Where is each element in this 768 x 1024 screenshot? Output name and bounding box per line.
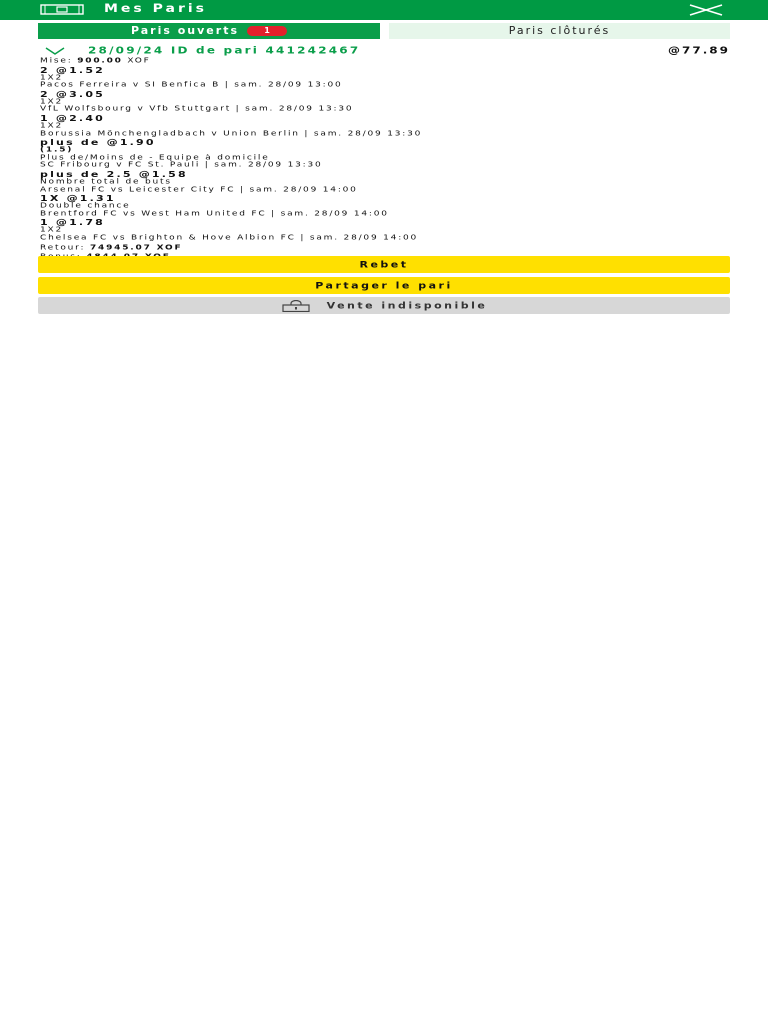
sell-label: Vente indisponible [326, 300, 488, 311]
share-label: Partager le pari [315, 280, 453, 291]
selection-pick: plus de 2.5 @1.58 [40, 169, 188, 179]
close-icon[interactable] [688, 3, 724, 17]
wallet-icon[interactable] [40, 4, 84, 15]
return-value: 74945.07 XOF [89, 243, 183, 252]
selection-market: Double chance [40, 202, 131, 210]
open-bets-count-badge: 1 [247, 26, 287, 36]
stake-value: 900.00 [77, 57, 123, 65]
bet-total-odds: @77.89 [668, 44, 730, 56]
page-title: Mes Paris [104, 1, 208, 16]
selection-event: Pacos Ferreira v SI Benfica B | sam. 28/… [40, 81, 343, 89]
bet-title: 28/09/24 ID de pari 441242467 [88, 44, 361, 56]
lock-icon [282, 300, 310, 312]
stake-label: Mise: [40, 57, 73, 65]
bet-details: Mise: 900.00 XOF 2 @1.52 1X2 Pacos Ferre… [40, 58, 730, 262]
selection-event: Chelsea FC vs Brighton & Hove Albion FC … [40, 234, 419, 242]
top-app-bar: Mes Paris [0, 0, 768, 20]
selection-event: Brentford FC vs West Ham United FC | sam… [40, 209, 389, 218]
bets-tabs: Paris ouverts 1 Paris clôturés [38, 23, 730, 39]
selection-market: 1X2 [40, 98, 64, 106]
selection-pick: 1 @1.78 [40, 217, 106, 228]
selection-pick-line: (1.5) [40, 146, 74, 154]
tab-open-bets[interactable]: Paris ouverts 1 [38, 23, 380, 39]
rebet-button[interactable]: Rebet [38, 256, 730, 273]
selection-market: 1X2 [40, 226, 64, 235]
selection-event: Arsenal FC vs Leicester City FC | sam. 2… [40, 185, 358, 194]
stake-line: Mise: 900.00 XOF [40, 57, 730, 65]
tab-closed-bets[interactable]: Paris clôturés [389, 23, 730, 39]
chevron-down-icon[interactable] [44, 46, 66, 56]
tab-closed-label: Paris clôturés [508, 24, 611, 37]
selection-event: SC Fribourg v FC St. Pauli | sam. 28/09 … [40, 161, 323, 170]
selection-pick: 2 @1.52 [40, 64, 106, 75]
return-label: Retour: [40, 243, 86, 252]
selection-pick: plus de @1.90 [40, 137, 156, 148]
tab-open-label: Paris ouverts [130, 24, 239, 37]
selection-market: Plus de/Moins de - Equipe à domicile [40, 154, 270, 162]
selection-pick: 1 @2.40 [40, 113, 106, 123]
selection-market: 1X2 [40, 122, 64, 130]
selection-pick: 2 @3.05 [40, 89, 106, 99]
sell-unavailable-button: Vente indisponible [38, 297, 730, 314]
selection-event: VfL Wolfsbourg v Vfb Stuttgart | sam. 28… [40, 105, 354, 114]
return-line: Retour: 74945.07 XOF [40, 243, 730, 252]
selection-market: Nombre total de buts [40, 178, 172, 186]
share-bet-button[interactable]: Partager le pari [38, 277, 730, 294]
selection-market: 1X2 [40, 73, 64, 82]
selection-event: Borussia Mönchengladbach v Union Berlin … [40, 129, 423, 138]
stake-currency: XOF [127, 57, 151, 65]
selection-pick: 1X @1.31 [40, 193, 116, 204]
rebet-label: Rebet [359, 259, 409, 270]
